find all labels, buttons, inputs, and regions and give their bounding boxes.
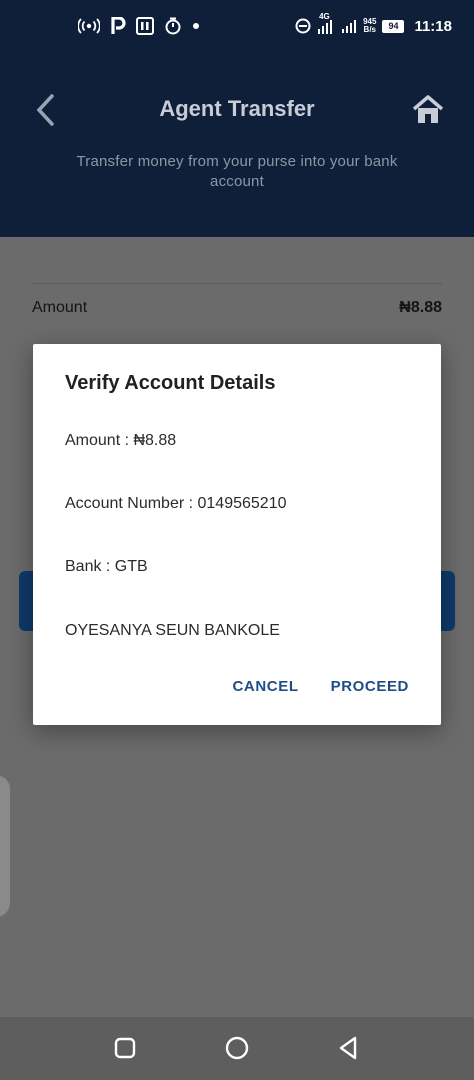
timer-icon bbox=[164, 17, 182, 35]
dialog-account-number: Account Number : 0149565210 bbox=[65, 495, 287, 512]
divider bbox=[32, 283, 442, 284]
home-nav-button[interactable] bbox=[224, 1035, 250, 1061]
amount-row: Amount ₦8.88 bbox=[32, 299, 442, 317]
dialog-title: Verify Account Details bbox=[65, 372, 276, 394]
recents-button[interactable] bbox=[112, 1035, 138, 1061]
dialog-bank: Bank : GTB bbox=[65, 558, 148, 575]
page-title: Agent Transfer bbox=[159, 96, 315, 121]
dialog-actions: CANCEL PROCEED bbox=[233, 678, 410, 695]
speed-unit: B/s bbox=[363, 25, 376, 34]
back-triangle-icon bbox=[339, 1036, 357, 1060]
side-drawer-handle[interactable] bbox=[0, 775, 10, 917]
proceed-button[interactable]: PROCEED bbox=[331, 678, 409, 695]
signal-icon bbox=[341, 18, 357, 34]
battery-level: 94 bbox=[388, 21, 399, 31]
app-header: Agent Transfer Transfer money from your … bbox=[0, 54, 474, 237]
page-subtitle: Transfer money from your purse into your… bbox=[76, 153, 398, 190]
verify-account-dialog: Verify Account Details Amount : ₦8.88 Ac… bbox=[33, 344, 441, 725]
status-right-icons: 4G 945 B/s 94 11:18 bbox=[295, 13, 452, 38]
network-speed: 945 B/s bbox=[363, 18, 376, 34]
recents-icon bbox=[114, 1037, 136, 1059]
status-left-icons bbox=[78, 14, 200, 38]
dot-icon bbox=[192, 22, 200, 30]
parking-icon bbox=[110, 17, 126, 35]
amount-value: ₦8.88 bbox=[399, 299, 442, 316]
back-nav-button[interactable] bbox=[336, 1035, 362, 1061]
system-nav-bar bbox=[0, 1017, 474, 1080]
cancel-button[interactable]: CANCEL bbox=[233, 678, 299, 695]
nfc-icon bbox=[136, 17, 154, 35]
amount-label: Amount bbox=[32, 299, 88, 316]
battery-icon: 94 bbox=[382, 19, 405, 33]
status-bar: 4G 945 B/s 94 11:18 bbox=[0, 0, 474, 54]
home-circle-icon bbox=[225, 1036, 249, 1060]
hotspot-icon bbox=[78, 18, 100, 34]
home-icon bbox=[412, 95, 444, 123]
dialog-account-name: OYESANYA SEUN BANKOLE bbox=[65, 622, 280, 639]
signal-4g-icon: 4G bbox=[317, 13, 335, 35]
do-not-disturb-icon bbox=[295, 18, 311, 34]
network-type-label: 4G bbox=[319, 12, 330, 21]
dialog-amount: Amount : ₦8.88 bbox=[65, 432, 177, 449]
status-time: 11:18 bbox=[414, 17, 452, 35]
home-button[interactable] bbox=[412, 94, 444, 126]
